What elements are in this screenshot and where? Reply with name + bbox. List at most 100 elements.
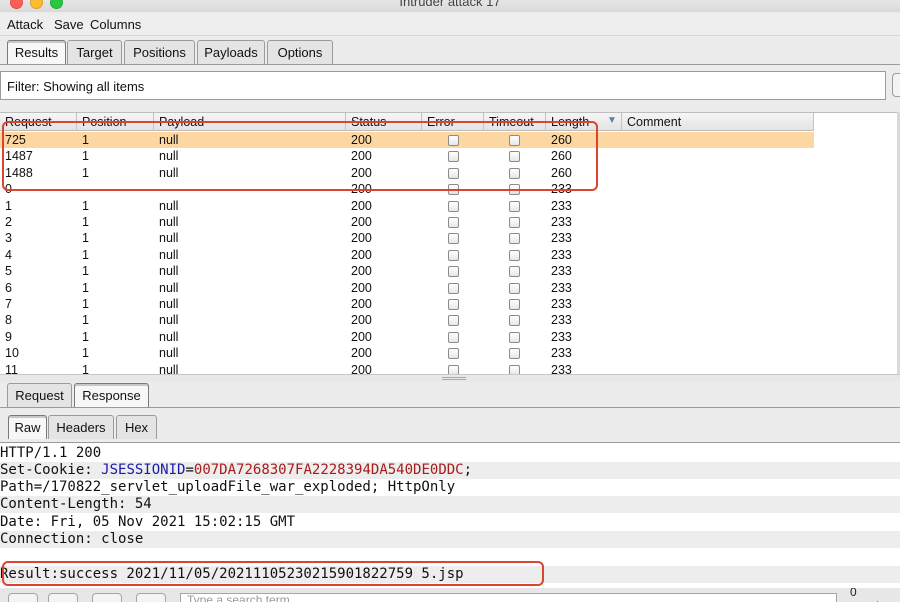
- error-checkbox: [448, 315, 459, 327]
- table-row[interactable]: 5 1 null 200 233: [0, 263, 814, 279]
- cell-request: 3: [5, 231, 12, 246]
- error-checkbox: [448, 151, 459, 163]
- tab-hex[interactable]: Hex: [116, 415, 157, 439]
- timeout-checkbox: [509, 364, 520, 374]
- column-header-payload[interactable]: Payload: [154, 113, 346, 131]
- window-title: Intruder attack 17: [399, 0, 501, 9]
- cell-position: 1: [82, 215, 89, 229]
- cell-status: 200: [351, 362, 372, 374]
- cell-position: 1: [82, 329, 89, 344]
- table-row[interactable]: 1 1 null 200 233: [0, 198, 814, 214]
- cell-position: 1: [82, 264, 89, 279]
- detail-tab-divider: [0, 407, 900, 408]
- column-header-comment[interactable]: Comment: [622, 113, 814, 131]
- tab-target[interactable]: Target: [67, 40, 122, 64]
- column-header-position[interactable]: Position: [77, 113, 154, 131]
- pane-splitter[interactable]: [0, 374, 900, 382]
- response-viewer[interactable]: HTTP/1.1 200 Set-Cookie: JSESSIONID=007D…: [0, 442, 900, 588]
- cell-status: 200: [351, 133, 372, 147]
- cell-length: 233: [551, 231, 572, 246]
- table-row[interactable]: 11 1 null 200 233: [0, 362, 814, 374]
- table-row[interactable]: 9 1 null 200 233: [0, 329, 814, 345]
- cell-length: 233: [551, 329, 572, 344]
- table-row[interactable]: 1487 1 null 200 260: [0, 148, 814, 164]
- results-table: Request Position Payload Status Error Ti…: [0, 112, 897, 374]
- menu-columns[interactable]: Columns: [90, 17, 141, 32]
- cell-status: 200: [351, 280, 372, 295]
- cell-status: 200: [351, 182, 372, 197]
- cell-status: 200: [351, 346, 372, 361]
- table-row[interactable]: 8 1 null 200 233: [0, 312, 814, 328]
- response-body-line: Result:success 2021/11/05/20211105230215…: [0, 566, 900, 583]
- tab-positions[interactable]: Positions: [124, 40, 195, 64]
- timeout-checkbox: [509, 348, 520, 360]
- cell-payload: null: [159, 313, 179, 328]
- filter-options-button[interactable]: [892, 73, 900, 97]
- search-bar: Type a search term 0 matches: [0, 588, 900, 602]
- tab-options[interactable]: Options: [267, 40, 333, 64]
- cell-payload: null: [159, 231, 179, 246]
- tab-headers[interactable]: Headers: [48, 415, 114, 439]
- table-row[interactable]: 0 200 233: [0, 181, 814, 197]
- timeout-checkbox: [509, 184, 520, 196]
- column-header-request[interactable]: Request: [0, 113, 77, 131]
- cookie-equals: =: [185, 462, 194, 478]
- response-status-line: HTTP/1.1 200: [0, 445, 102, 461]
- cell-payload: null: [159, 264, 179, 279]
- cell-length: 233: [551, 198, 572, 213]
- next-match-button[interactable]: [136, 593, 166, 602]
- table-row[interactable]: 725 1 null 200 260: [0, 132, 814, 148]
- cell-position: 1: [82, 247, 89, 262]
- cell-status: 200: [351, 297, 372, 311]
- table-row[interactable]: 4 1 null 200 233: [0, 247, 814, 263]
- cell-length: 260: [551, 149, 572, 164]
- tab-request[interactable]: Request: [7, 383, 72, 407]
- cell-length: 260: [551, 165, 572, 180]
- table-row[interactable]: 7 1 null 200 233: [0, 296, 814, 312]
- tab-response[interactable]: Response: [74, 383, 149, 407]
- timeout-checkbox: [509, 331, 520, 343]
- timeout-checkbox: [509, 233, 520, 245]
- timeout-checkbox: [509, 200, 520, 212]
- cookie-terminator: ;: [463, 462, 473, 478]
- filter-bar[interactable]: Filter: Showing all items: [0, 71, 886, 100]
- table-row[interactable]: 10 1 null 200 233: [0, 345, 814, 361]
- previous-match-button[interactable]: [48, 593, 78, 602]
- cell-request: 725: [5, 133, 26, 147]
- cell-position: [77, 181, 82, 197]
- error-checkbox: [448, 233, 459, 245]
- cell-status: 200: [351, 264, 372, 279]
- cell-status: 200: [351, 329, 372, 344]
- cell-payload: null: [159, 329, 179, 344]
- cell-request: 4: [5, 247, 12, 262]
- help-button[interactable]: [8, 593, 38, 602]
- menu-attack[interactable]: Attack: [7, 17, 43, 32]
- table-row[interactable]: 6 1 null 200 233: [0, 280, 814, 296]
- cell-length: 233: [551, 247, 572, 262]
- cell-payload: null: [159, 346, 179, 361]
- menu-save[interactable]: Save: [54, 17, 84, 32]
- table-row[interactable]: 3 1 null 200 233: [0, 230, 814, 246]
- column-header-status[interactable]: Status: [346, 113, 422, 131]
- search-input[interactable]: Type a search term: [180, 593, 837, 602]
- response-set-cookie-line: Set-Cookie: JSESSIONID=007DA7268307FA222…: [0, 462, 900, 479]
- timeout-checkbox: [509, 135, 520, 146]
- error-checkbox: [448, 167, 459, 179]
- cell-status: 200: [351, 165, 372, 180]
- cell-length: 260: [551, 133, 572, 147]
- match-count: 0 matches: [850, 588, 895, 602]
- tab-results[interactable]: Results: [7, 40, 66, 64]
- splitter-grip-icon[interactable]: [442, 377, 466, 380]
- tab-divider: [0, 64, 900, 65]
- error-checkbox: [448, 348, 459, 360]
- tab-payloads[interactable]: Payloads: [197, 40, 265, 64]
- cell-length: 233: [551, 362, 572, 374]
- column-header-error[interactable]: Error: [422, 113, 484, 131]
- column-header-timeout[interactable]: Timeout: [484, 113, 546, 131]
- error-checkbox: [448, 135, 459, 146]
- table-header: Request Position Payload Status Error Ti…: [0, 113, 814, 131]
- add-button[interactable]: [92, 593, 122, 602]
- table-row[interactable]: 2 1 null 200 233: [0, 214, 814, 230]
- table-row[interactable]: 1488 1 null 200 260: [0, 165, 814, 181]
- tab-raw[interactable]: Raw: [8, 415, 47, 439]
